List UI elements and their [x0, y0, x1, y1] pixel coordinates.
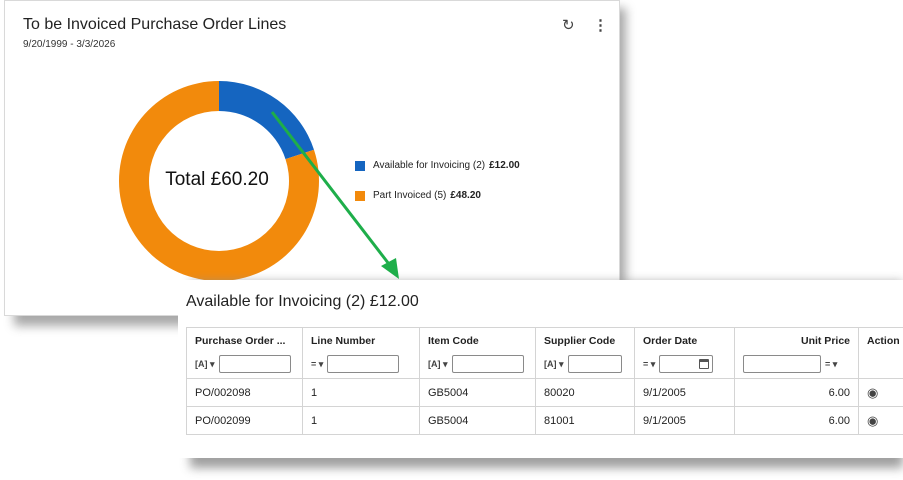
legend-amount-available: £12.00 [489, 160, 520, 171]
filter-operator-dropdown[interactable]: [A] ▾ [195, 359, 215, 370]
cell-item-code: GB5004 [419, 378, 536, 407]
cell-purchase-order: PO/002099 [186, 406, 303, 435]
filter-operator-dropdown[interactable]: = ▾ [643, 359, 655, 370]
column-label: Order Date [643, 335, 698, 347]
column-label: Action [867, 335, 900, 347]
view-icon[interactable]: ◉ [867, 385, 878, 400]
column-label: Line Number [311, 335, 376, 347]
legend-amount-part-invoiced: £48.20 [450, 190, 481, 201]
column-header-item-code[interactable]: Item Code [A] ▾ [419, 327, 536, 379]
cell-item-code: GB5004 [419, 406, 536, 435]
column-header-purchase-order[interactable]: Purchase Order ... [A] ▾ [186, 327, 303, 379]
cell-unit-price: 6.00 [734, 378, 859, 407]
filter-operator-dropdown[interactable]: [A] ▾ [428, 359, 448, 370]
grid-header-row: Purchase Order ... [A] ▾ Line Number = ▾… [186, 327, 903, 379]
column-header-action: Action [858, 327, 903, 379]
filter-input-supplier-code[interactable] [567, 355, 622, 373]
legend-label-part-invoiced: Part Invoiced (5) [373, 190, 447, 201]
column-label: Supplier Code [544, 335, 616, 347]
table-row[interactable]: PO/002098 1 GB5004 80020 9/1/2005 6.00 ◉ [186, 378, 903, 407]
filter-operator-dropdown[interactable]: = ▾ [825, 359, 837, 370]
cell-action: ◉ [858, 378, 903, 407]
column-label: Purchase Order ... [195, 335, 286, 347]
filter-input-line-number[interactable] [327, 355, 400, 373]
filter-operator-dropdown[interactable]: = ▾ [311, 359, 323, 370]
legend-swatch-part-invoiced [355, 190, 365, 201]
cell-purchase-order: PO/002098 [186, 378, 303, 407]
calendar-icon[interactable] [699, 359, 710, 369]
filter-input-order-date[interactable] [659, 355, 714, 373]
donut-chart [118, 81, 319, 281]
panel-title: Available for Invoicing (2) £12.00 [186, 293, 419, 310]
table-row[interactable]: PO/002099 1 GB5004 81001 9/1/2005 6.00 ◉ [186, 406, 903, 435]
data-grid: Purchase Order ... [A] ▾ Line Number = ▾… [186, 327, 903, 435]
filter-operator-dropdown[interactable]: [A] ▾ [544, 359, 564, 370]
cell-unit-price: 6.00 [734, 406, 859, 435]
filter-input-unit-price[interactable] [743, 355, 821, 373]
chart-legend: Available for Invoicing (2) £12.00 Part … [355, 158, 520, 218]
column-header-order-date[interactable]: Order Date = ▾ [634, 327, 735, 379]
chart-widget: To be Invoiced Purchase Order Lines 9/20… [4, 0, 620, 316]
column-label: Item Code [428, 335, 479, 347]
cell-action: ◉ [858, 406, 903, 435]
column-header-unit-price[interactable]: Unit Price = ▾ [734, 327, 859, 379]
view-icon[interactable]: ◉ [867, 413, 878, 428]
legend-item-part-invoiced[interactable]: Part Invoiced (5) £48.20 [355, 188, 520, 203]
column-label: Unit Price [800, 335, 850, 347]
cell-line-number: 1 [302, 406, 420, 435]
drilldown-panel: Available for Invoicing (2) £12.00 Purch… [178, 280, 903, 458]
legend-label-available: Available for Invoicing (2) [373, 160, 486, 171]
column-header-line-number[interactable]: Line Number = ▾ [302, 327, 420, 379]
cell-order-date: 9/1/2005 [634, 406, 735, 435]
donut-slice-0[interactable] [219, 81, 314, 160]
cell-supplier-code: 80020 [535, 378, 635, 407]
legend-swatch-available [355, 160, 365, 171]
filter-input-item-code[interactable] [451, 355, 524, 373]
legend-item-available[interactable]: Available for Invoicing (2) £12.00 [355, 158, 520, 173]
column-header-supplier-code[interactable]: Supplier Code [A] ▾ [535, 327, 635, 379]
cell-order-date: 9/1/2005 [634, 378, 735, 407]
donut-total-label: Total £60.20 [165, 169, 269, 190]
filter-input-purchase-order[interactable] [218, 355, 291, 373]
cell-line-number: 1 [302, 378, 420, 407]
cell-supplier-code: 81001 [535, 406, 635, 435]
